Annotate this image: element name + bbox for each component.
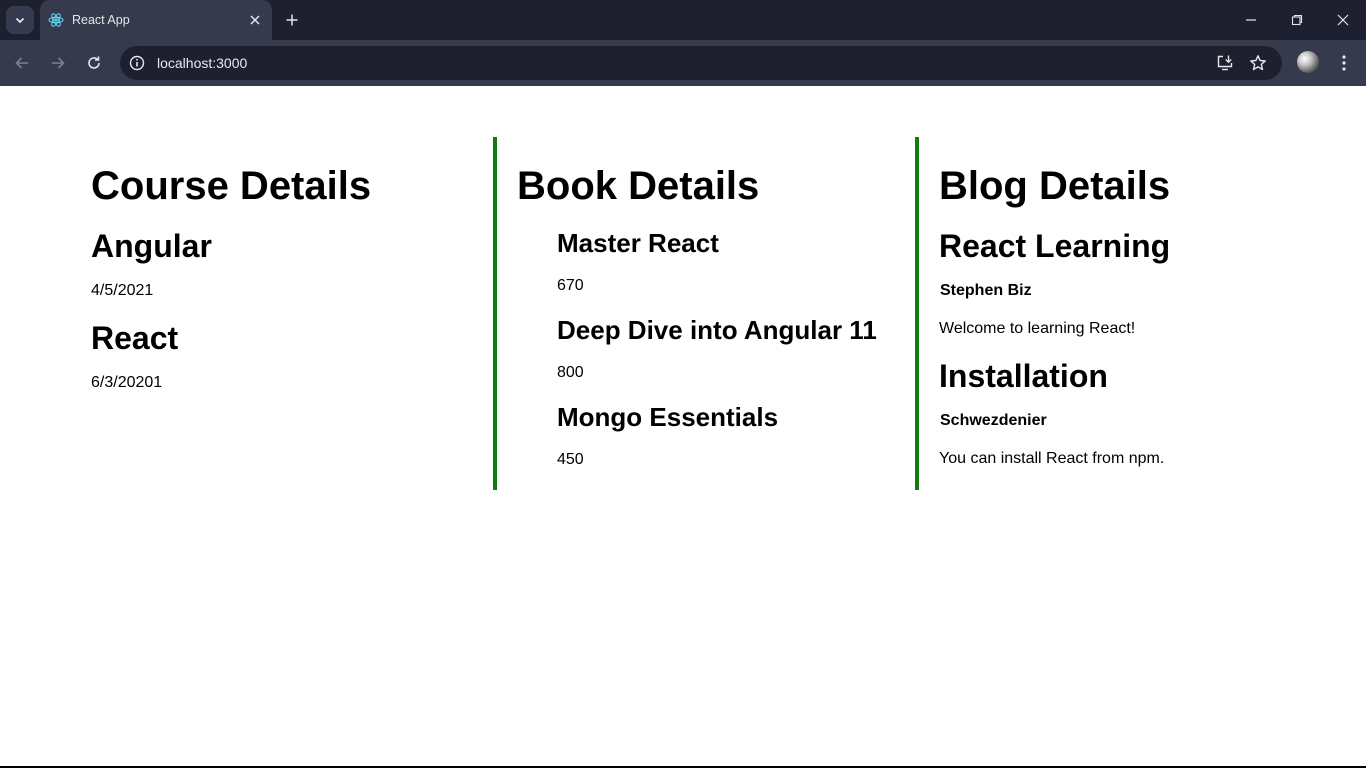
book-price: 450 (557, 451, 584, 468)
minimize-button[interactable] (1241, 10, 1261, 30)
book-price: 670 (557, 277, 584, 294)
new-tab-button[interactable] (282, 10, 302, 30)
course-date: 6/3/20201 (91, 374, 163, 391)
tab-search-button[interactable] (6, 6, 34, 34)
restore-button[interactable] (1287, 10, 1307, 30)
reload-button[interactable] (83, 52, 105, 74)
blog-author: Stephen Biz (940, 282, 1032, 299)
chevron-down-icon (15, 17, 25, 24)
tab-close-button[interactable] (246, 11, 264, 29)
url-text: localhost:3000 (157, 55, 248, 71)
book-details-heading: Book Details (517, 164, 760, 208)
react-logo-icon (48, 13, 64, 27)
arrow-right-icon (52, 57, 65, 69)
tab-title: React App (72, 13, 130, 27)
plus-icon (286, 14, 298, 26)
book-name: Deep Dive into Angular 11 (557, 315, 877, 345)
back-button[interactable] (11, 52, 33, 74)
info-icon (129, 55, 145, 71)
minimize-icon (1246, 19, 1256, 21)
kebab-menu-icon (1342, 55, 1346, 71)
menu-button[interactable] (1334, 52, 1354, 74)
page-content: Course Details Angular 4/5/2021 React 6/… (0, 87, 1366, 768)
blog-title: Installation (939, 358, 1108, 394)
book-name: Master React (557, 228, 719, 258)
install-app-button[interactable] (1215, 53, 1235, 73)
browser-toolbar: localhost:3000 (0, 40, 1366, 86)
close-window-button[interactable] (1333, 10, 1353, 30)
address-bar[interactable]: localhost:3000 (120, 46, 1282, 80)
install-app-icon (1217, 55, 1233, 71)
reload-icon (88, 56, 100, 69)
restore-icon (1291, 14, 1303, 26)
blog-details-heading: Blog Details (939, 164, 1171, 208)
course-name: Angular (91, 228, 212, 264)
forward-button[interactable] (47, 52, 69, 74)
tab-strip: React App (0, 0, 1366, 40)
blog-content: You can install React from npm. (939, 450, 1165, 467)
close-icon (250, 15, 260, 25)
course-details-section: Course Details Angular 4/5/2021 React 6/… (91, 137, 491, 490)
book-name: Mongo Essentials (557, 402, 779, 432)
avatar[interactable] (1297, 51, 1319, 73)
course-name: React (91, 320, 179, 356)
book-price: 800 (557, 364, 584, 381)
course-details-heading: Course Details (91, 164, 372, 208)
blog-content: Welcome to learning React! (939, 320, 1136, 337)
blog-title: React Learning (939, 228, 1171, 264)
close-icon (1337, 14, 1349, 26)
blog-author: Schwezdenier (940, 412, 1047, 429)
bookmark-button[interactable] (1248, 53, 1268, 73)
arrow-left-icon (15, 57, 28, 69)
course-date: 4/5/2021 (91, 282, 154, 299)
star-icon (1250, 55, 1266, 71)
site-info-button[interactable] (128, 54, 146, 72)
book-details-section: Book Details Master React 670 Deep Dive … (493, 137, 917, 490)
blog-details-section: Blog Details React Learning Stephen Biz … (915, 137, 1339, 490)
tab-react-app[interactable]: React App (40, 0, 272, 40)
